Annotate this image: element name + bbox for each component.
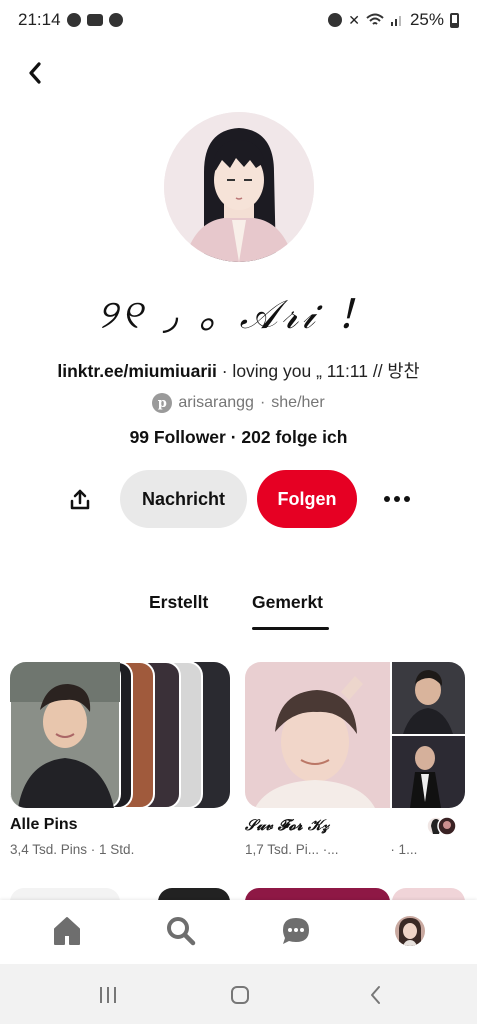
nav-search[interactable] — [164, 914, 198, 948]
recent-apps-icon — [100, 987, 116, 1003]
system-navigation-bar — [0, 964, 477, 1024]
board-suv-for-kz[interactable]: 𝒮𝓊𝓋 𝓕𝓸𝓻 𝒦𝓏 1,7 Tsd. Pi... ·... · 1... — [245, 662, 465, 857]
whatsapp-icon — [66, 13, 81, 27]
nav-messages[interactable] — [279, 914, 313, 948]
active-tab-indicator — [252, 627, 329, 630]
alarm-icon — [328, 13, 343, 27]
avatar-illustration — [164, 112, 314, 262]
home-button[interactable] — [228, 984, 252, 1006]
chat-bubble-icon — [283, 918, 309, 944]
pronouns: she/her — [271, 394, 325, 411]
search-icon — [167, 917, 196, 946]
back-arrow-icon — [371, 986, 380, 1004]
system-back-button[interactable] — [364, 984, 388, 1006]
username: arisarangg — [178, 394, 254, 411]
recent-apps-button[interactable] — [96, 984, 120, 1006]
board-meta: 3,4 Tsd. Pins · 1 Std. — [10, 842, 135, 857]
board-cover — [10, 662, 230, 808]
signal-icon — [390, 16, 401, 26]
board-meta: 1,7 Tsd. Pi... ·... · 1... — [245, 842, 465, 857]
bio-text: · loving you „ 11:11 // 방찬 — [216, 361, 420, 381]
chevron-left-icon — [29, 62, 41, 84]
status-time: 21:14 — [18, 10, 61, 29]
bottom-navigation — [0, 900, 477, 964]
pronoun-separator: · — [259, 394, 266, 411]
tab-saved[interactable]: Gemerkt — [252, 592, 323, 613]
status-left: 21:14 — [18, 10, 123, 30]
profile-actions: Nachricht Folgen — [0, 470, 477, 528]
follow-button[interactable]: Folgen — [257, 470, 357, 528]
board-all-pins[interactable]: Alle Pins 3,4 Tsd. Pins · 1 Std. — [10, 662, 230, 857]
user-avatar — [395, 916, 425, 946]
board-meta-left: 1,7 Tsd. Pi... ·... — [245, 842, 339, 857]
home-square-icon — [231, 986, 249, 1004]
more-options-button[interactable] — [378, 484, 416, 514]
profile-avatar[interactable] — [164, 112, 314, 262]
cloud-icon — [108, 13, 123, 27]
mute-icon: ✕ — [348, 12, 360, 28]
board-meta-right: · 1... — [390, 842, 418, 857]
more-dot — [394, 496, 400, 502]
board-cover-image — [245, 662, 465, 808]
bio-link[interactable]: linktr.ee/miumiuarii — [57, 361, 217, 381]
message-button[interactable]: Nachricht — [120, 470, 247, 528]
battery-icon — [450, 12, 459, 28]
youtube-icon — [86, 14, 103, 26]
board-collaborators — [426, 816, 457, 836]
tab-created[interactable]: Erstellt — [149, 592, 208, 613]
battery-percent: 25% — [409, 10, 444, 29]
profile-tabs: Erstellt Gemerkt — [0, 592, 477, 632]
nav-profile[interactable] — [393, 914, 427, 948]
profile-display-name: ୨୧ ◞ ｡ 𝒜𝓇𝒾 ！ — [97, 292, 380, 338]
more-dot — [384, 496, 390, 502]
share-button[interactable] — [60, 482, 100, 518]
board-cover — [245, 662, 465, 808]
wifi-icon — [366, 13, 384, 25]
board-title: Alle Pins — [10, 816, 78, 833]
handle-row: p arisarangg · she/her — [0, 393, 477, 413]
board-cover-image — [10, 662, 230, 808]
nav-home[interactable] — [50, 914, 84, 948]
profile-bio: linktr.ee/miumiuarii · loving you „ 11:1… — [0, 358, 477, 383]
pinterest-logo-icon: p — [152, 393, 173, 413]
back-button[interactable] — [20, 58, 50, 88]
collaborator-avatars — [426, 816, 457, 836]
home-icon — [54, 917, 80, 945]
status-right: ✕ 25% — [328, 10, 459, 30]
status-bar: 21:14 ✕ 25% — [0, 0, 477, 40]
more-dot — [404, 496, 410, 502]
user-avatar-image — [395, 916, 425, 946]
follower-stats[interactable]: 99 Follower · 202 folge ich — [0, 427, 477, 448]
share-icon — [70, 489, 90, 510]
